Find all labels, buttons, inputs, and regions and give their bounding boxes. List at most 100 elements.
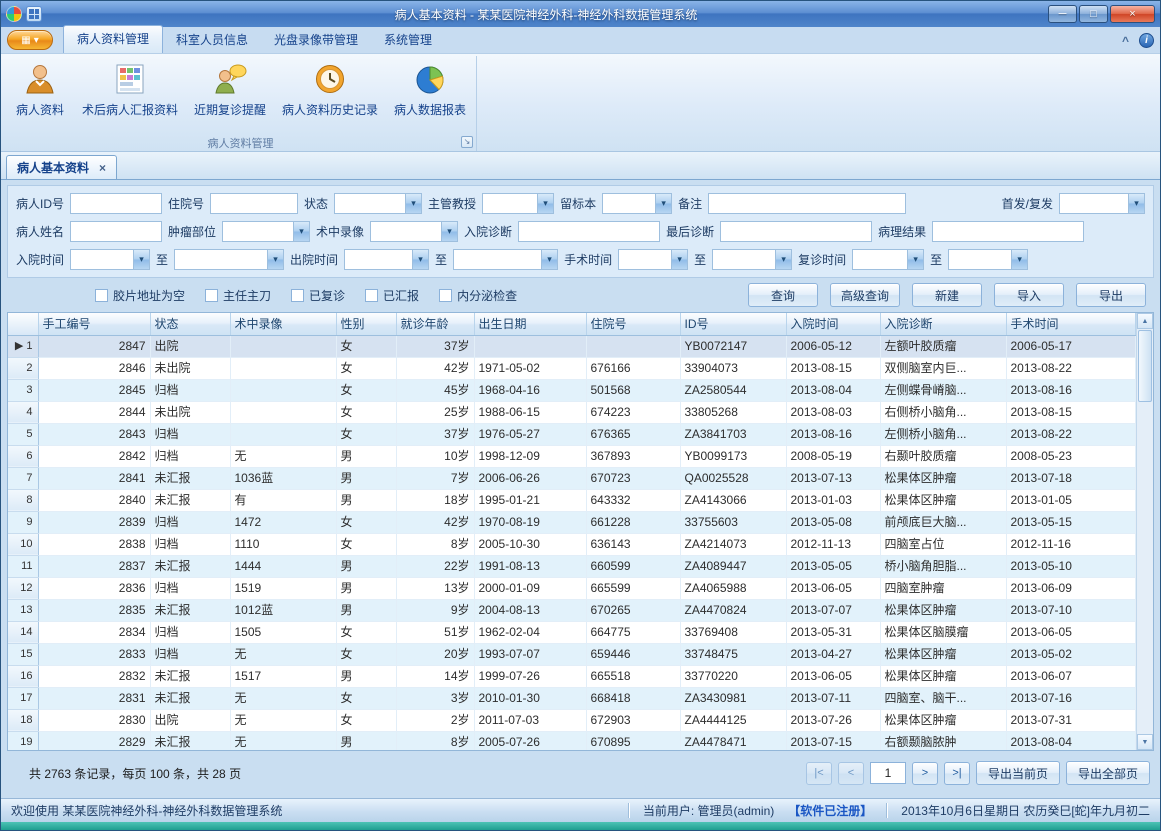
vscroll-thumb[interactable] [1138,330,1152,402]
new-button[interactable]: 新建 [912,283,982,307]
row-indicator[interactable]: 13 [8,599,38,621]
grid-cell[interactable]: 未出院 [150,357,230,379]
grid-cell[interactable]: 1970-08-19 [474,511,586,533]
column-header[interactable]: 手工编号 [38,313,150,335]
grid-cell[interactable]: 无 [230,687,336,709]
grid-cell[interactable]: 女 [336,335,396,357]
column-header[interactable]: 住院号 [586,313,680,335]
grid-cell[interactable]: 归档 [150,621,230,643]
column-header[interactable]: 性别 [336,313,396,335]
grid-cell[interactable]: ZA4478471 [680,731,786,750]
table-row[interactable]: 82840未汇报有男18岁1995-01-21643332ZA414306620… [8,489,1136,511]
grid-cell[interactable]: 672903 [586,709,680,731]
grid-cell[interactable]: 2008-05-19 [786,445,880,467]
row-indicator[interactable]: 15 [8,643,38,665]
chevron-down-icon[interactable]: ▾ [293,222,309,241]
table-row[interactable]: 122836归档1519男13岁2000-01-09665599ZA406598… [8,577,1136,599]
column-header[interactable]: 手术时间 [1006,313,1136,335]
grid-cell[interactable]: 1971-05-02 [474,357,586,379]
import-button[interactable]: 导入 [994,283,1064,307]
grid-cell[interactable]: 2847 [38,335,150,357]
grid-cell[interactable]: ZA4065988 [680,577,786,599]
grid-cell[interactable]: 2005-10-30 [474,533,586,555]
status-combo[interactable]: ▾ [334,193,422,214]
maximize-button[interactable]: □ [1079,5,1108,23]
grid-cell[interactable]: 男 [336,445,396,467]
grid-cell[interactable]: 女 [336,423,396,445]
table-row[interactable]: 102838归档1110女8岁2005-10-30636143ZA4214073… [8,533,1136,555]
grid-cell[interactable]: 四脑室、脑干... [880,687,1006,709]
grid-cell[interactable]: 51岁 [396,621,474,643]
grid-cell[interactable]: 665599 [586,577,680,599]
grid-cell[interactable]: 女 [336,687,396,709]
grid-cell[interactable]: 2013-05-08 [786,511,880,533]
grid-cell[interactable]: 2013-07-31 [1006,709,1136,731]
chevron-down-icon[interactable]: ▾ [541,250,557,269]
grid-cell[interactable]: 归档 [150,423,230,445]
grid-cell[interactable]: 未汇报 [150,467,230,489]
grid-cell[interactable]: 10岁 [396,445,474,467]
chevron-down-icon[interactable]: ▾ [537,194,553,213]
surgery-time-from-combo[interactable]: ▾ [618,249,688,270]
table-row[interactable]: 72841未汇报1036蓝男7岁2006-06-26670723QA002552… [8,467,1136,489]
grid-cell[interactable]: 2013-05-31 [786,621,880,643]
grid-cell[interactable]: 1444 [230,555,336,577]
grid-cell[interactable]: 2837 [38,555,150,577]
grid-cell[interactable]: 松果体区肿瘤 [880,489,1006,511]
grid-cell[interactable]: 松果体区肿瘤 [880,665,1006,687]
grid-cell[interactable]: 2830 [38,709,150,731]
row-indicator[interactable]: 3 [8,379,38,401]
postop-report-button[interactable]: 术后病人汇报资料 [75,58,185,135]
table-row[interactable]: 162832未汇报1517男14岁1999-07-266655183377022… [8,665,1136,687]
filter-checkbox-chief-surgeon[interactable]: 主任主刀 [205,287,271,304]
grid-cell[interactable]: 42岁 [396,357,474,379]
vertical-scrollbar[interactable]: ▲ ▼ [1136,313,1153,750]
grid-cell[interactable]: 男 [336,731,396,750]
grid-cell[interactable]: 1995-01-21 [474,489,586,511]
grid-cell[interactable]: 1472 [230,511,336,533]
tab-patient-basic-info[interactable]: 病人基本资料 × [6,155,117,179]
grid-cell[interactable]: 8岁 [396,533,474,555]
table-row[interactable]: 32845归档女45岁1968-04-16501568ZA25805442013… [8,379,1136,401]
grid-cell[interactable]: 2013-01-03 [786,489,880,511]
column-header[interactable]: 出生日期 [474,313,586,335]
grid-cell[interactable]: 2004-08-13 [474,599,586,621]
row-indicator[interactable]: 4 [8,401,38,423]
grid-cell[interactable]: 2013-04-27 [786,643,880,665]
page-number-input[interactable] [870,762,906,784]
grid-cell[interactable]: 2006-06-26 [474,467,586,489]
chevron-down-icon[interactable]: ▾ [671,250,687,269]
next-page-button[interactable]: > [912,762,938,785]
grid-cell[interactable]: 男 [336,577,396,599]
checkbox-icon[interactable] [365,289,378,302]
scroll-down-icon[interactable]: ▼ [1137,734,1153,750]
grid-cell[interactable]: 42岁 [396,511,474,533]
row-indicator[interactable]: 5 [8,423,38,445]
grid-cell[interactable]: 2841 [38,467,150,489]
grid-cell[interactable]: 2013-08-16 [1006,379,1136,401]
grid-cell[interactable] [230,401,336,423]
grid-cell[interactable]: 归档 [150,511,230,533]
grid-cell[interactable]: 2846 [38,357,150,379]
grid-cell[interactable]: 676166 [586,357,680,379]
data-report-button[interactable]: 病人数据报表 [387,58,473,135]
grid-cell[interactable]: 8岁 [396,731,474,750]
grid-cell[interactable]: 无 [230,731,336,750]
grid-cell[interactable]: 37岁 [396,423,474,445]
last-page-button[interactable]: >| [944,762,970,785]
grid-cell[interactable]: 2011-07-03 [474,709,586,731]
table-row[interactable]: 142834归档1505女51岁1962-02-0466477533769408… [8,621,1136,643]
grid-cell[interactable]: 松果体区肿瘤 [880,599,1006,621]
grid-cell[interactable]: 女 [336,401,396,423]
row-indicator[interactable]: 14 [8,621,38,643]
grid-cell[interactable] [230,335,336,357]
checkbox-icon[interactable] [205,289,218,302]
grid-cell[interactable]: 女 [336,379,396,401]
grid-cell[interactable]: 2013-06-05 [786,665,880,687]
grid-cell[interactable]: 2835 [38,599,150,621]
grid-cell[interactable]: 女 [336,709,396,731]
table-row[interactable]: 192829未汇报无男8岁2005-07-26670895ZA447847120… [8,731,1136,750]
row-indicator[interactable]: 8 [8,489,38,511]
row-indicator[interactable]: ▶ 1 [8,335,38,357]
grid-cell[interactable]: 松果体区肿瘤 [880,467,1006,489]
